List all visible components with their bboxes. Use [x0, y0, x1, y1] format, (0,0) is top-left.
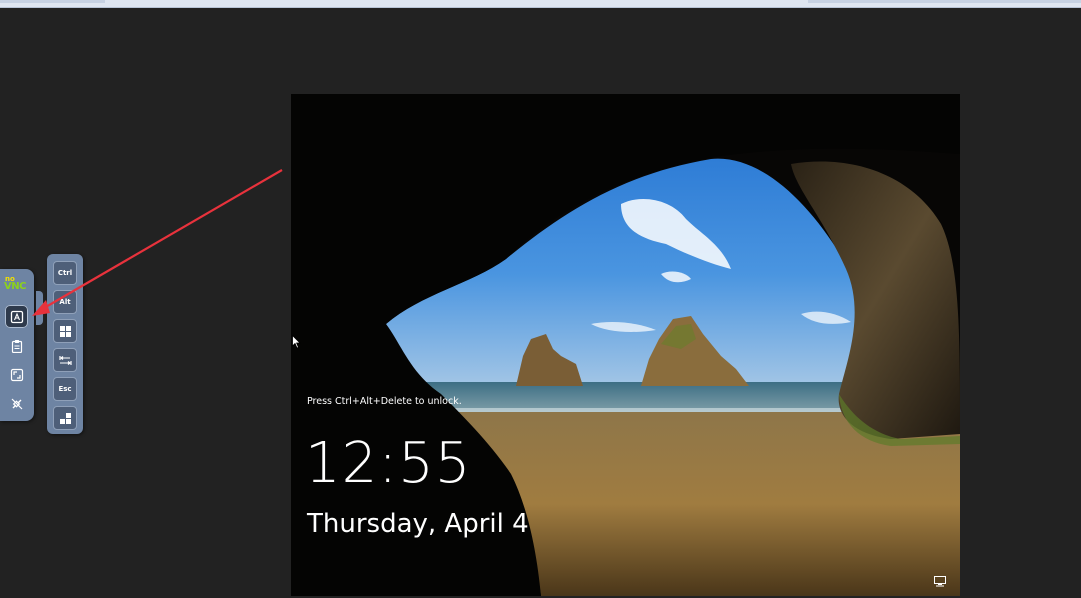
- mouse-cursor-icon: [292, 335, 301, 349]
- ctrl-alt-del-icon: [59, 412, 71, 424]
- windows-key-button[interactable]: [53, 319, 77, 343]
- ctrl-alt-del-button[interactable]: [53, 406, 77, 430]
- alt-key-button[interactable]: Alt: [53, 290, 77, 314]
- tab-icon: [58, 355, 72, 365]
- browser-tab-strip-right: [808, 0, 1081, 3]
- disconnect-icon: [11, 398, 22, 409]
- clipboard-button[interactable]: [5, 334, 28, 357]
- keyboard-icon: [10, 310, 23, 323]
- browser-top-bar: [0, 0, 1081, 8]
- lock-screen-time: 12:55: [305, 431, 472, 496]
- browser-tab-strip: [0, 0, 105, 3]
- ctrl-key-button[interactable]: Ctrl: [53, 261, 77, 285]
- windows-icon: [59, 325, 71, 337]
- fullscreen-icon: [10, 368, 23, 381]
- novnc-control-bar: no VNC: [0, 269, 34, 421]
- network-icon[interactable]: [933, 575, 947, 587]
- tab-key-button[interactable]: [53, 348, 77, 372]
- lock-screen-date: Thursday, April 4: [307, 509, 529, 539]
- logo-bottom-text: VNC: [4, 281, 26, 292]
- disconnect-button[interactable]: [5, 392, 28, 415]
- extra-keys-panel: Ctrl Alt Esc: [47, 254, 83, 434]
- fullscreen-button[interactable]: [5, 363, 28, 386]
- esc-key-button[interactable]: Esc: [53, 377, 77, 401]
- novnc-logo: no VNC: [4, 275, 30, 293]
- remote-desktop-screen[interactable]: Press Ctrl+Alt+Delete to unlock. 12:55 T…: [291, 94, 960, 596]
- toggle-extra-keys-button[interactable]: [5, 305, 28, 328]
- unlock-hint: Press Ctrl+Alt+Delete to unlock.: [307, 396, 462, 407]
- clipboard-icon: [11, 339, 22, 353]
- control-bar-handle[interactable]: [36, 291, 43, 325]
